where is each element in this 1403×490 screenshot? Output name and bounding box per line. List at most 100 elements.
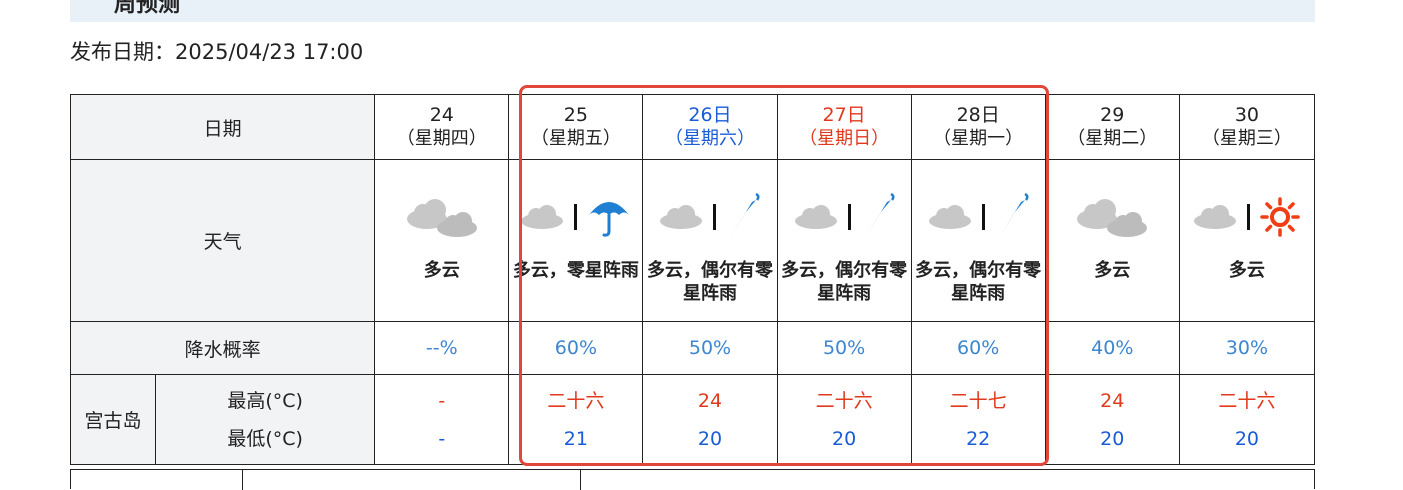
temp-cell: 二十六 20 <box>1178 374 1316 465</box>
day-weekday: （星期三） <box>1201 128 1292 149</box>
weather-cell: 多云，偶尔有零星阵雨 <box>776 159 912 322</box>
max-temp: - <box>438 389 446 412</box>
precip-value: 50% <box>642 321 778 375</box>
column-divider <box>242 470 243 490</box>
precip-label: 降水概率 <box>69 321 376 375</box>
weather-cell: 多云 <box>374 159 510 322</box>
weather-desc: 多云 <box>1228 259 1265 281</box>
sun-icon <box>1260 196 1301 237</box>
day-number: 28日 <box>956 104 1000 126</box>
day-header: 28日 （星期一） <box>910 94 1046 160</box>
day-weekday: （星期六） <box>664 128 755 149</box>
section-title: 周预测 <box>114 0 181 17</box>
min-temp: - <box>438 427 446 450</box>
temp-cell: 二十七 22 <box>910 374 1046 465</box>
precip-value: 60% <box>508 321 644 375</box>
day-number: 30 <box>1234 104 1259 126</box>
cloudy-icon <box>1046 181 1179 253</box>
day-number: 27日 <box>822 104 866 126</box>
closed-umbrella-icon <box>864 192 895 238</box>
min-temp: 20 <box>831 427 857 450</box>
precip-value: 40% <box>1044 321 1180 375</box>
occasional-divider <box>981 203 985 230</box>
temp-cell: 二十六 20 <box>776 374 912 465</box>
day-header: 25 （星期五） <box>508 94 644 160</box>
column-divider <box>580 470 581 490</box>
min-temp: 21 <box>563 427 588 450</box>
day-weekday: （星期二） <box>1067 128 1158 149</box>
cloud-icon <box>794 204 837 229</box>
weather-label: 天气 <box>69 159 376 322</box>
cloudy-occasional-rain-icon <box>643 181 776 253</box>
umbrella-icon <box>589 201 630 237</box>
weather-desc: 多云 <box>1094 259 1131 281</box>
precip-value: 60% <box>910 321 1046 375</box>
date-label: 日期 <box>69 94 376 160</box>
weather-cell: 多云，偶尔有零星阵雨 <box>642 159 778 322</box>
max-temp: 24 <box>1100 389 1125 412</box>
day-number: 25 <box>563 104 588 126</box>
max-temp: 二十七 <box>949 389 1007 412</box>
day-header: 29 （星期二） <box>1044 94 1180 160</box>
day-weekday: （星期五） <box>530 128 621 149</box>
occasional-divider <box>847 203 851 230</box>
day-header: 26日 （星期六） <box>642 94 778 160</box>
occasional-divider <box>713 203 717 230</box>
precip-row: 降水概率 --% 60% 50% 50% 60% 40% 30% <box>69 321 1316 375</box>
cloudy-then-rain-icon <box>509 181 642 253</box>
then-divider <box>574 203 578 230</box>
weather-desc: 多云，偶尔有零星阵雨 <box>646 259 773 304</box>
min-temp-label: 最低(°C) <box>227 427 303 450</box>
day-weekday: （星期四） <box>396 128 487 149</box>
precip-value: 30% <box>1178 321 1316 375</box>
weather-desc: 多云 <box>423 259 460 281</box>
max-temp: 二十六 <box>815 389 873 412</box>
precip-value: 50% <box>776 321 912 375</box>
closed-umbrella-icon <box>730 192 760 238</box>
publish-date: 发布日期：2025/04/23 17:00 <box>70 40 364 64</box>
weather-cell: 多云 <box>1044 159 1180 322</box>
region-label: 宫古岛 <box>69 374 157 465</box>
cloudy-occasional-rain-icon <box>912 181 1045 253</box>
temperature-row: 宫古岛 最高(°C) 最低(°C) -- 二十六 21 24 20 二十六 20 二十… <box>69 374 1316 465</box>
weather-desc: 多云，偶尔有零星阵雨 <box>781 259 908 304</box>
weather-cell: 多云，偶尔有零星阵雨 <box>910 159 1046 322</box>
cloud-icon <box>1194 204 1237 229</box>
weather-cell: 多云 <box>1178 159 1316 322</box>
min-temp: 20 <box>697 427 723 450</box>
max-temp: 二十六 <box>547 389 605 412</box>
day-header: 24 （星期四） <box>374 94 510 160</box>
day-weekday: （星期日） <box>799 128 890 149</box>
cloudy-then-sunny-icon <box>1180 181 1314 253</box>
day-number: 26日 <box>688 104 732 126</box>
cloud-icon <box>521 204 564 229</box>
temp-cell: 二十六 21 <box>508 374 644 465</box>
cloud-icon <box>928 204 971 229</box>
closed-umbrella-icon <box>998 192 1029 238</box>
temp-cell: 24 20 <box>642 374 778 465</box>
weekly-forecast-table: 日期 24 （星期四） 25 （星期五） 26日 （星期六） 27日 （星期日） 28日… <box>69 94 1316 465</box>
min-temp: 22 <box>966 427 991 450</box>
max-temp-label: 最高(°C) <box>227 389 303 412</box>
section-header-band: 周预测 <box>70 0 1315 22</box>
weather-row: 天气 多云 多云，零星阵雨 多云，偶尔有零星阵雨 多云，偶尔有零星阵雨 多云，偶… <box>69 159 1316 322</box>
day-number: 24 <box>429 104 454 126</box>
min-temp: 20 <box>1100 427 1125 450</box>
weather-cell: 多云，零星阵雨 <box>508 159 644 322</box>
max-temp: 二十六 <box>1218 389 1276 412</box>
day-weekday: （星期一） <box>933 128 1024 149</box>
day-number: 29 <box>1100 104 1125 126</box>
day-header: 30 （星期三） <box>1178 94 1316 160</box>
temp-cell: 24 20 <box>1044 374 1180 465</box>
temp-labels: 最高(°C) 最低(°C) <box>155 374 376 465</box>
temp-cell: -- <box>374 374 510 465</box>
cloud-icon <box>660 204 703 229</box>
weather-desc: 多云，零星阵雨 <box>512 259 639 281</box>
day-header: 27日 （星期日） <box>776 94 912 160</box>
next-table-edge <box>70 469 1315 490</box>
weather-desc: 多云，偶尔有零星阵雨 <box>915 259 1042 304</box>
date-row: 日期 24 （星期四） 25 （星期五） 26日 （星期六） 27日 （星期日） 28日… <box>69 94 1316 160</box>
precip-value: --% <box>374 321 510 375</box>
cloudy-icon <box>375 181 508 253</box>
max-temp: 24 <box>697 389 723 412</box>
